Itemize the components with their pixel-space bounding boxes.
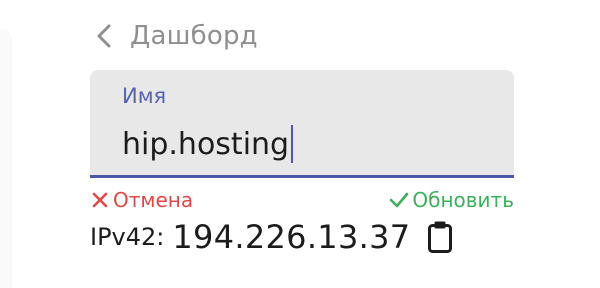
ip-label: IPv42: bbox=[90, 223, 165, 251]
update-button[interactable]: Обновить bbox=[389, 188, 514, 212]
cancel-button[interactable]: Отмена bbox=[90, 188, 193, 212]
back-link-label: Дашборд bbox=[130, 21, 258, 51]
back-to-dashboard-link[interactable]: Дашборд bbox=[94, 17, 258, 55]
name-input[interactable]: hip.hosting bbox=[122, 123, 294, 165]
field-actions: Отмена Обновить bbox=[90, 186, 514, 214]
cancel-button-label: Отмена bbox=[113, 188, 194, 212]
chevron-left-icon bbox=[94, 19, 118, 53]
update-button-label: Обновить bbox=[412, 188, 514, 212]
name-field-label: Имя bbox=[122, 84, 167, 108]
name-field[interactable]: Имя hip.hosting bbox=[90, 70, 514, 178]
close-icon bbox=[90, 190, 110, 210]
check-icon bbox=[389, 190, 409, 210]
edit-name-panel: Дашборд Имя hip.hosting Отмена Обновить … bbox=[0, 0, 600, 288]
name-input-value: hip.hosting bbox=[122, 126, 290, 162]
text-caret bbox=[291, 125, 294, 163]
sidebar-edge bbox=[0, 30, 10, 288]
clipboard-icon[interactable] bbox=[426, 219, 454, 255]
ip-value: 194.226.13.37 bbox=[172, 218, 411, 256]
ip-address-row: IPv42: 194.226.13.37 bbox=[90, 214, 454, 260]
